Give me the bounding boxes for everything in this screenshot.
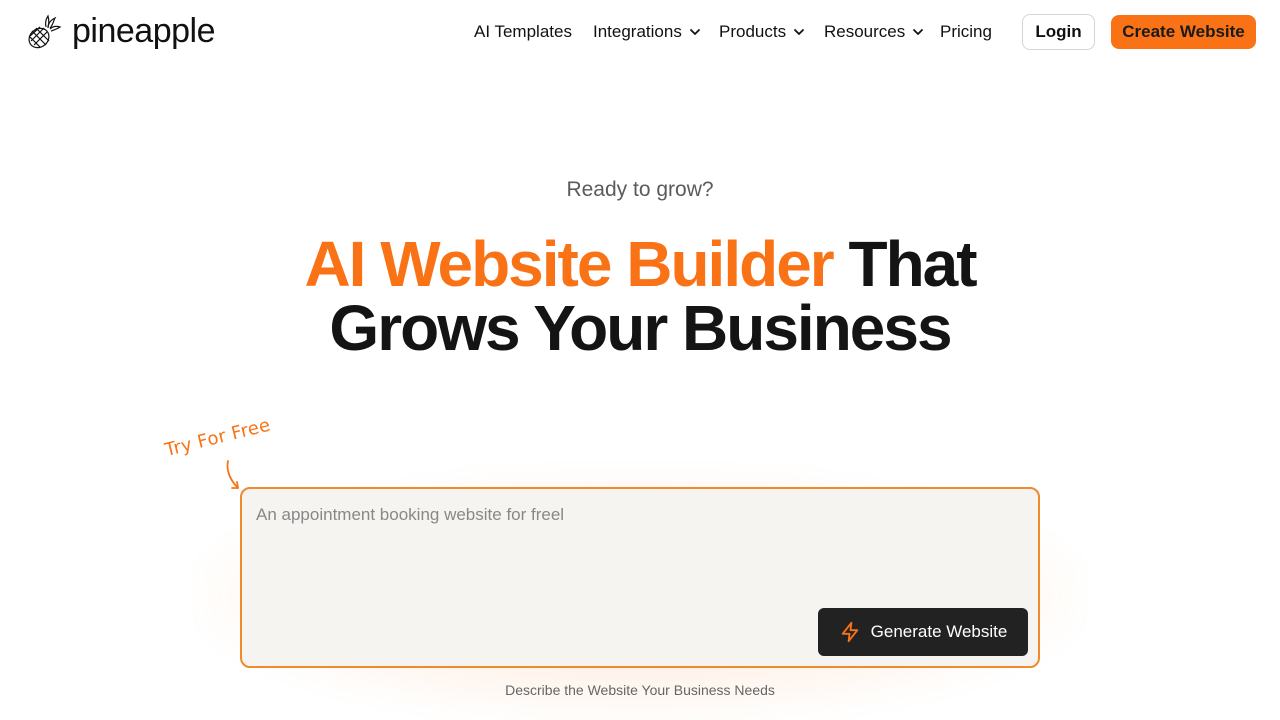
site-header: pineapple AI Templates Integrations Prod…	[0, 0, 1280, 64]
pineapple-icon	[28, 14, 62, 49]
chevron-down-icon	[794, 29, 804, 35]
headline-line-1: AI Website Builder That	[0, 232, 1280, 296]
headline-line-2: Grows Your Business	[329, 292, 952, 364]
prompt-container: Generate Website	[240, 487, 1040, 668]
prompt-caption: Describe the Website Your Business Needs	[505, 682, 775, 698]
nav-label: Products	[719, 22, 787, 41]
hero-headline: AI Website Builder That Grows Your Busin…	[0, 232, 1280, 360]
nav-label: AI Templates	[474, 22, 572, 41]
lightning-bolt-icon	[841, 621, 858, 643]
generate-website-button[interactable]: Generate Website	[818, 608, 1028, 656]
nav-resources[interactable]: Resources	[824, 20, 925, 44]
nav-pricing[interactable]: Pricing	[940, 20, 992, 44]
try-for-free-label: Try For Free	[162, 414, 273, 461]
chevron-down-icon	[913, 29, 924, 35]
headline-accent: AI Website Builder	[304, 228, 834, 300]
headline-rest: That	[832, 228, 977, 300]
nav-label: Pricing	[940, 22, 992, 41]
generate-label: Generate Website	[870, 622, 1008, 641]
brand-logo[interactable]: pineapple	[26, 12, 215, 50]
chevron-down-icon	[689, 29, 700, 35]
hero-eyebrow: Ready to grow?	[566, 178, 714, 201]
login-button[interactable]: Login	[1022, 14, 1095, 50]
nav-label: Resources	[824, 22, 906, 41]
brand-name: pineapple	[72, 12, 215, 50]
nav-integrations[interactable]: Integrations	[593, 20, 702, 44]
website-description-input[interactable]	[256, 505, 1016, 605]
create-website-button[interactable]: Create Website	[1111, 15, 1256, 49]
nav-ai-templates[interactable]: AI Templates	[474, 20, 572, 44]
nav-label: Integrations	[593, 22, 682, 41]
nav-products[interactable]: Products	[719, 20, 806, 44]
